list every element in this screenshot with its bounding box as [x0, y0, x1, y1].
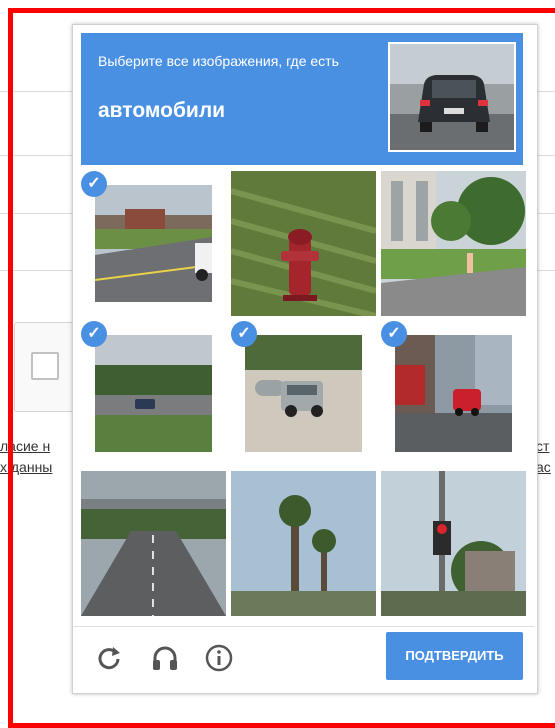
- checkmark-icon: ✓: [381, 321, 407, 347]
- tile-image: [395, 335, 512, 452]
- checkmark-icon: ✓: [81, 321, 107, 347]
- image-tile-3[interactable]: [381, 171, 526, 316]
- image-tile-7[interactable]: [81, 471, 226, 616]
- target-object-text: автомобили: [98, 99, 226, 122]
- consent-text[interactable]: ас: [536, 459, 551, 475]
- tile-image: [95, 185, 212, 302]
- image-tile-8[interactable]: [231, 471, 376, 616]
- audio-icon[interactable]: [149, 642, 181, 674]
- tile-image: [95, 335, 212, 452]
- instruction-text: Выберите все изображения, где есть: [98, 53, 339, 69]
- recaptcha-checkbox[interactable]: [31, 352, 59, 380]
- reload-icon[interactable]: [93, 642, 125, 674]
- image-tile-1[interactable]: ✓: [81, 171, 226, 316]
- image-grid: ✓ ✓ ✓ ✓: [81, 171, 526, 616]
- consent-text[interactable]: ст: [536, 438, 549, 454]
- tile-image: [81, 471, 226, 616]
- verify-button[interactable]: ПОДТВЕРДИТЬ: [386, 632, 523, 680]
- footer-divider: [73, 626, 535, 627]
- tile-image: [231, 171, 376, 316]
- tile-image: [381, 171, 526, 316]
- example-image: [388, 42, 516, 152]
- image-tile-6[interactable]: ✓: [381, 321, 526, 466]
- consent-text[interactable]: ласие н: [0, 438, 50, 454]
- checkmark-icon: ✓: [81, 171, 107, 197]
- image-tile-2[interactable]: [231, 171, 376, 316]
- consent-text[interactable]: х данны: [0, 459, 52, 475]
- tile-image: [245, 335, 362, 452]
- image-tile-4[interactable]: ✓: [81, 321, 226, 466]
- captcha-header: Выберите все изображения, где есть автом…: [81, 33, 523, 165]
- image-tile-5[interactable]: ✓: [231, 321, 376, 466]
- image-tile-9[interactable]: [381, 471, 526, 616]
- info-icon[interactable]: [203, 642, 235, 674]
- captcha-dialog: Выберите все изображения, где есть автом…: [72, 24, 538, 694]
- tile-image: [381, 471, 526, 616]
- tile-image: [231, 471, 376, 616]
- checkmark-icon: ✓: [231, 321, 257, 347]
